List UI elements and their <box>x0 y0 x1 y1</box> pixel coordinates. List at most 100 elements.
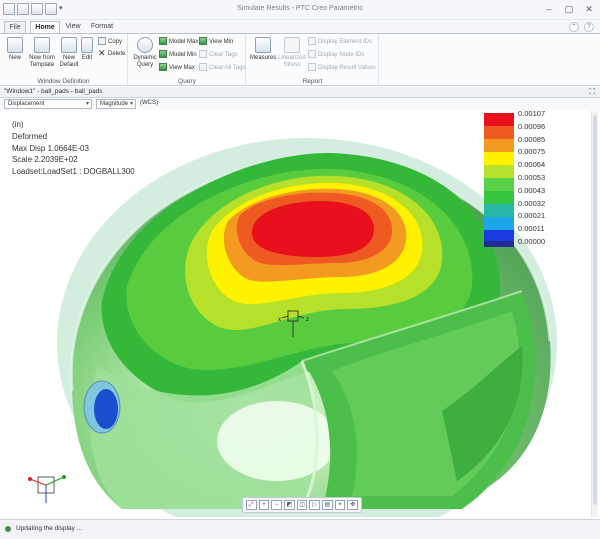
legend-label: 0.00075 <box>518 147 546 157</box>
clear-tags-button[interactable]: Clear Tags <box>199 50 238 60</box>
view-min-label: View Min <box>209 39 234 45</box>
display-node-ids-button[interactable]: Display Node IDs <box>308 50 364 60</box>
new-button-label: New <box>8 55 21 61</box>
clear-all-tags-label: Clear All Tags <box>209 65 246 71</box>
legend-swatch <box>484 152 514 165</box>
clear-tags-label: Clear Tags <box>209 52 238 58</box>
tab-file[interactable]: File <box>4 21 26 33</box>
minimize-ribbon-icon[interactable]: ⌃ <box>569 22 579 32</box>
component-select[interactable]: Magnitude <box>96 99 136 109</box>
new-default-button[interactable]: New Default <box>58 37 80 69</box>
new-default-label-2: Default <box>59 62 79 68</box>
quantity-select[interactable]: Displacement <box>4 99 92 109</box>
linearized-stress-button[interactable]: Linearized Stress <box>278 37 306 69</box>
specular-highlight <box>217 401 337 481</box>
measures-button[interactable]: Measures <box>250 37 276 62</box>
legend-label: 0.00053 <box>518 173 546 183</box>
status-indicator-icon <box>5 526 11 532</box>
status-message: Updating the display ... <box>16 525 83 532</box>
vertical-scrollbar[interactable] <box>591 111 598 517</box>
view-orientation-triad-icon <box>28 475 66 503</box>
new-from-template-button[interactable]: New from Template <box>26 37 58 69</box>
result-window-title: "Window1" - ball_pads - ball_pads <box>4 88 103 95</box>
status-bar: Updating the display ... <box>0 519 600 539</box>
linearized-stress-label-1: Linearized <box>278 55 306 61</box>
window-controls: – ▢ ✕ <box>542 3 596 15</box>
view-max-button[interactable]: View Max <box>159 63 195 73</box>
legend-label: 0.00085 <box>518 134 546 144</box>
saved-views-icon[interactable]: ▤ <box>322 500 333 510</box>
element-ids-icon <box>308 37 316 46</box>
clear-all-tags-button[interactable]: Clear All Tags <box>199 63 246 73</box>
side-hole-inner <box>94 389 118 429</box>
group-query: Dynamic Query Model Max Model Min View M… <box>129 34 246 86</box>
edit-button[interactable]: Edit <box>80 37 94 62</box>
loadset-label: Loadset:LoadSet1 : DOGBALL300 <box>12 167 135 177</box>
legend-swatch <box>484 165 514 178</box>
result-window-header: "Window1" - ball_pads - ball_pads ⛶ <box>0 87 600 98</box>
units-label: (in) <box>12 120 24 129</box>
graphics-viewport[interactable]: x z (in) Deformed Max Disp 1.0664E-03 Sc… <box>2 111 590 517</box>
group-label-report: Report <box>302 78 323 85</box>
linearized-stress-icon <box>284 37 300 53</box>
tab-view[interactable]: View <box>63 21 83 33</box>
model-min-icon <box>159 50 167 59</box>
result-info: (in) Deformed Max Disp 1.0664E-03 Scale … <box>12 119 135 178</box>
legend-swatch <box>484 139 514 152</box>
tab-home[interactable]: Home <box>30 21 60 33</box>
mode-label: Deformed <box>12 131 48 141</box>
display-result-values-label: Display Result Values <box>318 65 376 71</box>
svg-text:x: x <box>278 317 281 323</box>
clear-tags-icon <box>199 50 207 59</box>
scrollbar-thumb[interactable] <box>593 115 597 505</box>
legend-swatch <box>484 217 514 230</box>
datum-display-icon[interactable]: ⌖ <box>334 500 346 510</box>
new-button[interactable]: New <box>6 37 24 62</box>
pencil-icon <box>81 37 93 53</box>
dynamic-query-button[interactable]: Dynamic Query <box>132 37 158 69</box>
maximize-icon[interactable]: ▢ <box>562 3 576 15</box>
model-max-button[interactable]: Model Max <box>159 37 198 47</box>
legend-swatch <box>484 191 514 204</box>
legend-label: 0.00107 <box>518 111 546 118</box>
legend-label: 0.00011 <box>518 224 545 234</box>
legend-swatch <box>484 178 514 191</box>
zoom-out-icon[interactable]: − <box>271 500 283 510</box>
delete-button[interactable]: ✕ Delete <box>98 49 125 59</box>
help-icon[interactable]: ? <box>584 22 594 32</box>
minimize-icon[interactable]: – <box>542 3 556 15</box>
dynamic-query-label-2: Query <box>136 62 154 68</box>
spin-center-icon[interactable]: ✥ <box>347 500 359 510</box>
view-min-button[interactable]: View Min <box>199 37 233 47</box>
group-label-query: Query <box>178 78 196 85</box>
display-result-values-button[interactable]: Display Result Values <box>308 63 376 73</box>
repaint-icon[interactable]: ◩ <box>284 500 295 510</box>
svg-text:z: z <box>306 317 309 323</box>
scale-label: Scale 2.2039E+02 <box>12 155 78 165</box>
new-window-icon <box>7 37 23 53</box>
title-bar: ▾ Simulate Results - PTC Creo Parametric… <box>0 0 600 20</box>
model-max-label: Model Max <box>169 39 199 45</box>
clear-all-tags-icon <box>199 63 207 72</box>
view-min-icon <box>199 37 207 46</box>
refit-icon[interactable]: ⤢ <box>246 500 257 510</box>
display-node-ids-label: Display Node IDs <box>318 52 365 58</box>
tab-format[interactable]: Format <box>88 21 116 33</box>
result-window-close-icon[interactable]: ⛶ <box>589 87 595 97</box>
close-icon[interactable]: ✕ <box>582 3 596 15</box>
display-style-icon[interactable]: ◫ <box>296 500 308 510</box>
legend-swatch <box>484 241 514 247</box>
ribbon: New New from Template New Default Edit C… <box>0 33 600 86</box>
zoom-in-icon[interactable]: + <box>258 500 270 510</box>
new-default-icon <box>61 37 77 53</box>
display-element-ids-button[interactable]: Display Element IDs <box>308 37 372 47</box>
node-ids-icon <box>308 50 316 59</box>
model-min-button[interactable]: Model Min <box>159 50 197 60</box>
view-max-label: View Max <box>169 65 195 71</box>
legend-swatch <box>484 113 514 126</box>
copy-button[interactable]: Copy <box>98 37 122 47</box>
model-max-icon <box>159 37 167 46</box>
new-from-template-label-1: New from <box>29 55 55 61</box>
legend-label: 0.00000 <box>518 237 546 247</box>
view-orient-icon[interactable]: ▷ <box>309 500 321 510</box>
